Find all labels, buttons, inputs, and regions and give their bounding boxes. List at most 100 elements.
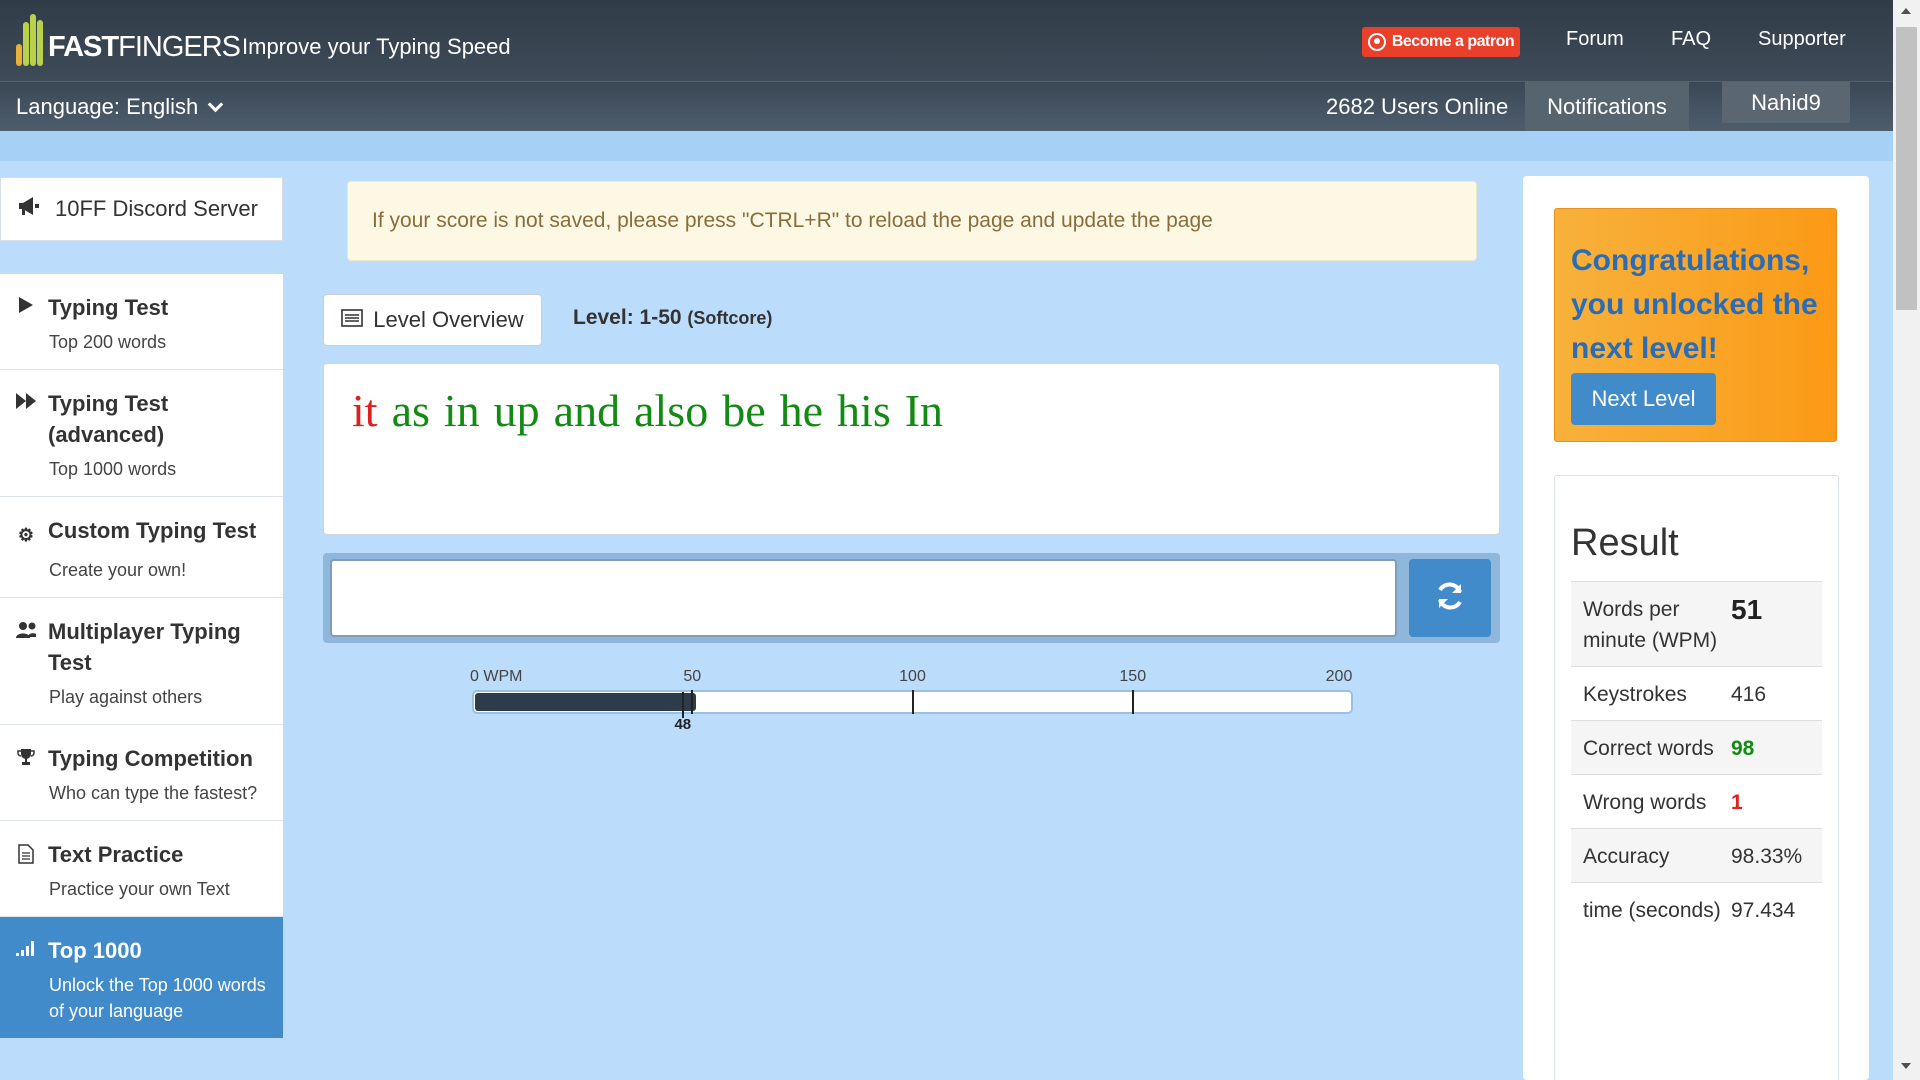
- level-mode: (Softcore): [687, 308, 773, 328]
- sidebar-item-title: Typing Test (advanced): [48, 391, 169, 447]
- congrats-text: Congratulations, you unlocked the next l…: [1571, 244, 1818, 365]
- result-table: Words per minute (WPM) 51 Keystrokes 416 Cor…: [1571, 581, 1822, 936]
- result-value: 98.33%: [1731, 845, 1803, 868]
- reload-button[interactable]: [1409, 559, 1491, 637]
- signal-icon: [16, 940, 36, 956]
- result-value: 1: [1731, 791, 1743, 814]
- result-value: 97.434: [1731, 899, 1796, 922]
- speed-tick-label: 50: [683, 668, 702, 685]
- notifications-button[interactable]: Notifications: [1525, 82, 1689, 132]
- word: he: [779, 385, 824, 436]
- speed-tick: [691, 690, 694, 714]
- word: up: [493, 385, 540, 436]
- trophy-icon: [16, 748, 36, 766]
- speed-tick-label: 150: [1119, 668, 1147, 685]
- logo[interactable]: FASTFINGERS: [16, 8, 241, 72]
- top-header: FASTFINGERS Improve your Typing Speed Be…: [0, 0, 1893, 81]
- word: his: [837, 385, 891, 436]
- sidebar-item-desc: Play against others: [49, 687, 203, 707]
- word: as: [391, 385, 430, 436]
- result-row: time (seconds) 97.434: [1571, 882, 1822, 936]
- list-icon: [341, 307, 364, 333]
- logo-text: FAST: [48, 30, 119, 63]
- speed-tick-label: 0 WPM: [470, 668, 523, 685]
- result-key: Words per minute (WPM): [1583, 598, 1718, 652]
- sidebar-item-title: Text Practice: [48, 842, 184, 867]
- result-row: Keystrokes 416: [1571, 666, 1822, 720]
- chevron-down-icon: [207, 96, 224, 112]
- sidebar-item-desc: Who can type the fastest?: [49, 783, 258, 803]
- result-row: Correct words 98: [1571, 720, 1822, 774]
- cogs-icon: ⚙: [17, 525, 35, 545]
- result-row: Words per minute (WPM) 51: [1571, 581, 1822, 666]
- discord-link[interactable]: 10FF Discord Server: [0, 177, 283, 241]
- word: In: [904, 385, 944, 436]
- result-value: 98: [1731, 737, 1755, 760]
- next-level-button[interactable]: Next Level: [1571, 373, 1716, 425]
- sub-header: Language: English 2682 Users Online Noti…: [0, 81, 1893, 132]
- typing-input[interactable]: [330, 559, 1397, 637]
- scroll-down-icon[interactable]: [1901, 1063, 1911, 1069]
- nav-supporter[interactable]: Supporter: [1758, 28, 1846, 51]
- header-stripe: [0, 131, 1893, 161]
- speed-tick: [911, 690, 914, 714]
- language-label: Language: English: [16, 94, 199, 119]
- document-icon: [16, 844, 36, 864]
- speed-marker-label: 48: [674, 716, 692, 733]
- result-row: Wrong words 1: [1571, 774, 1822, 828]
- patreon-icon: [1367, 33, 1386, 51]
- sidebar-item-title: Typing Competition: [48, 746, 253, 771]
- user-menu-button[interactable]: Nahid9: [1722, 82, 1850, 123]
- nav-forum[interactable]: Forum: [1566, 28, 1624, 51]
- level-info: Level: 1-50 (Softcore): [573, 306, 772, 330]
- speed-meter-fill: [475, 693, 696, 711]
- sidebar-item-typing-test-advanced[interactable]: Typing Test (advanced) Top 1000 words: [0, 370, 283, 497]
- congrats-box: Congratulations, you unlocked the next l…: [1554, 208, 1837, 442]
- sidebar-item-competition[interactable]: Typing Competition Who can type the fast…: [0, 725, 283, 821]
- word: it: [352, 385, 378, 436]
- sidebar-item-desc: Top 1000 words: [49, 459, 177, 479]
- sidebar-item-title: Top 1000: [48, 938, 142, 963]
- page-scrollbar[interactable]: [1893, 0, 1920, 1080]
- result-title: Result: [1571, 522, 1679, 564]
- become-patron-button[interactable]: Become a patron: [1362, 27, 1520, 57]
- users-icon: [16, 621, 36, 639]
- result-key: time (seconds): [1583, 899, 1721, 922]
- result-value: 51: [1731, 594, 1763, 625]
- language-selector[interactable]: Language: English: [16, 94, 224, 120]
- result-key: Accuracy: [1583, 845, 1670, 868]
- nav-faq[interactable]: FAQ: [1671, 28, 1711, 51]
- hand-logo-icon: [16, 10, 46, 70]
- right-panel: Congratulations, you unlocked the next l…: [1523, 176, 1869, 1080]
- sidebar-nav: Typing Test Top 200 words Typing Test (a…: [0, 274, 283, 1079]
- sidebar-item-desc: Create your own!: [49, 560, 187, 580]
- word: be: [722, 385, 766, 436]
- sidebar-item-custom-typing-test[interactable]: ⚙ Custom Typing Test Create your own!: [0, 497, 283, 598]
- megaphone-icon: [17, 196, 41, 222]
- sidebar-item-typing-test[interactable]: Typing Test Top 200 words: [0, 274, 283, 370]
- word: in: [443, 385, 480, 436]
- level-label: Level: 1-50: [573, 306, 682, 329]
- result-key: Correct words: [1583, 737, 1714, 760]
- speed-marker: [682, 692, 685, 718]
- play-icon: [16, 297, 36, 313]
- tagline: Improve your Typing Speed: [242, 34, 511, 59]
- refresh-icon: [1434, 580, 1466, 617]
- speed-tick-label: 200: [1325, 668, 1353, 685]
- sidebar-item-text-practice[interactable]: Text Practice Practice your own Text: [0, 821, 283, 917]
- result-panel: Result Words per minute (WPM) 51 Keystroke…: [1554, 475, 1839, 1080]
- scroll-up-icon[interactable]: [1901, 8, 1911, 14]
- sidebar-item-top-1000[interactable]: Top 1000 Unlock the Top 1000 words of yo…: [0, 917, 283, 1038]
- sidebar-item-desc: Practice your own Text: [49, 879, 230, 899]
- level-overview-label: Level Overview: [373, 307, 524, 332]
- word: and: [553, 385, 621, 436]
- scrollbar-thumb[interactable]: [1896, 27, 1917, 310]
- fast-forward-icon: [16, 393, 36, 409]
- users-online: 2682 Users Online: [1326, 94, 1509, 119]
- sidebar-item-multiplayer[interactable]: Multiplayer Typing Test Play against oth…: [0, 598, 283, 725]
- result-value: 416: [1731, 683, 1767, 706]
- sidebar-item-title: Multiplayer Typing Test: [48, 619, 241, 675]
- word-display: it as in up and also be he his In: [323, 363, 1500, 535]
- logo-text-fingers: FINGERS: [118, 30, 241, 63]
- level-overview-button[interactable]: Level Overview: [323, 294, 542, 346]
